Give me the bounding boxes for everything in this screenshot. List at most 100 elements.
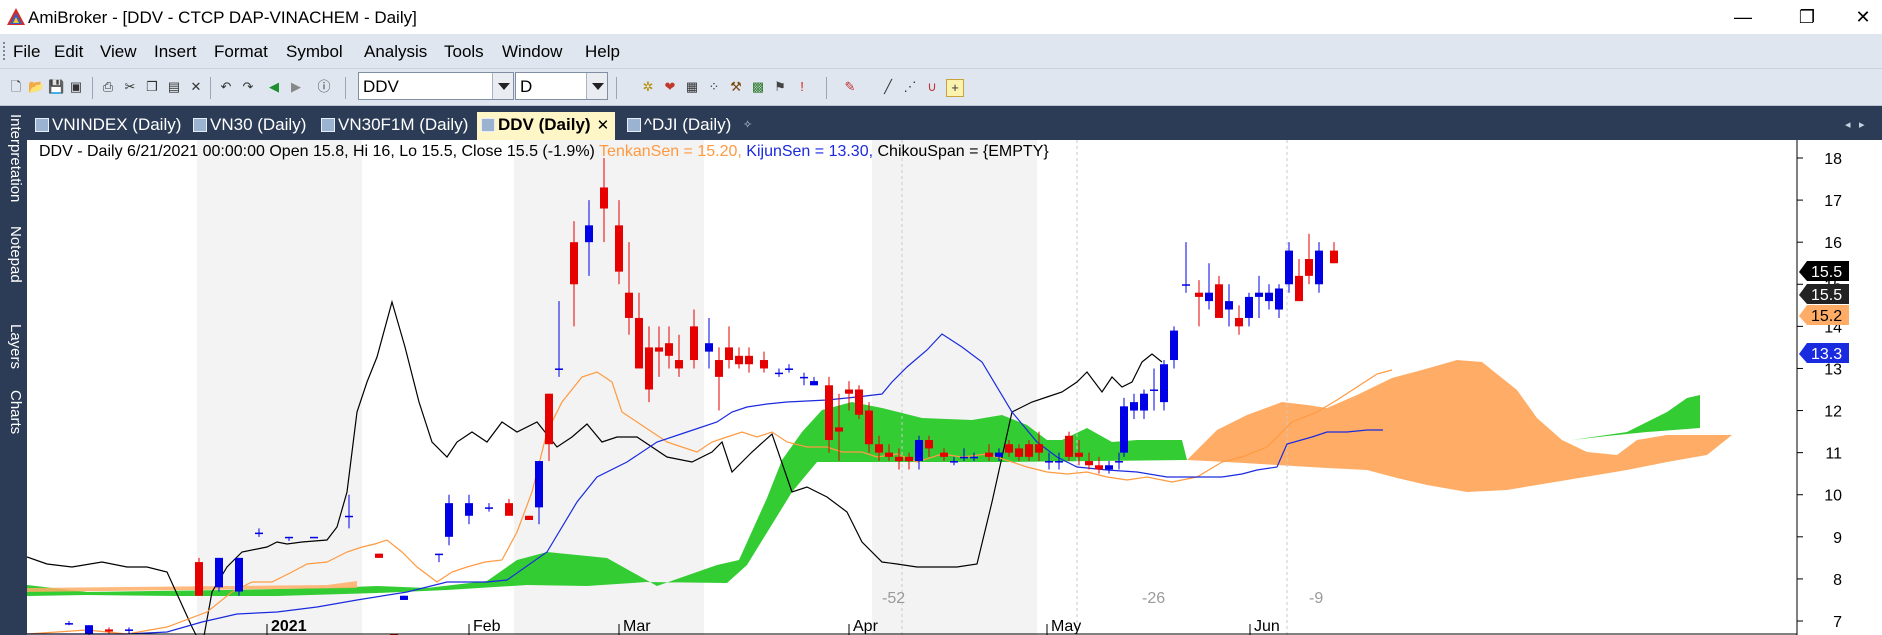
bull-candle bbox=[1225, 301, 1233, 310]
close-tab-icon[interactable]: ✕ bbox=[597, 117, 610, 134]
bear-candle bbox=[845, 389, 853, 394]
price-chart-pane[interactable]: 789101112131415161718 2021FebMarAprMayJu… bbox=[27, 140, 1882, 635]
save-icon[interactable]: 💾 bbox=[48, 79, 64, 95]
magnet-icon[interactable]: ∪ bbox=[924, 79, 940, 95]
bull-candle bbox=[1055, 461, 1063, 463]
pen-color-icon[interactable]: ✎ bbox=[842, 79, 858, 95]
amibroker-logo-icon bbox=[7, 8, 25, 25]
tab-ddv[interactable]: DDV (Daily) ✕ bbox=[477, 112, 616, 140]
bear-candle bbox=[645, 347, 653, 390]
y-tick-label: 13 bbox=[1824, 361, 1842, 378]
paste-icon[interactable]: ▤ bbox=[166, 79, 182, 95]
back-arrow-icon[interactable]: ◀ bbox=[266, 79, 282, 95]
menu-tools[interactable]: Tools bbox=[444, 42, 484, 62]
interval-value: D bbox=[520, 77, 533, 96]
bull-candle bbox=[785, 368, 793, 370]
bear-candle bbox=[615, 225, 623, 272]
gear-icon[interactable]: ✲ bbox=[640, 79, 656, 95]
x-tick-label: Feb bbox=[473, 618, 501, 635]
forward-arrow-icon[interactable]: ▶ bbox=[288, 79, 304, 95]
window-title: AmiBroker - [DDV - CTCP DAP-VINACHEM - D… bbox=[28, 8, 417, 27]
bull-candle bbox=[445, 503, 453, 537]
sidebar-tab-interpretation[interactable]: Interpretation bbox=[2, 114, 24, 202]
delete-icon[interactable]: ✕ bbox=[188, 79, 204, 95]
menu-help[interactable]: Help bbox=[585, 42, 620, 62]
tab-dji[interactable]: ^DJI (Daily) bbox=[627, 112, 731, 140]
menu-view[interactable]: View bbox=[100, 42, 137, 62]
sidebar-tab-notepad[interactable]: Notepad bbox=[2, 226, 24, 283]
bull-candle bbox=[285, 536, 293, 539]
symbol-combo[interactable]: DDV bbox=[358, 72, 514, 100]
undo-icon[interactable]: ↶ bbox=[218, 79, 234, 95]
draw-line-icon[interactable]: ╱ bbox=[880, 79, 896, 95]
toolbar-separator bbox=[210, 77, 211, 99]
bull-candle bbox=[995, 452, 1003, 457]
ichimoku-chart[interactable]: 789101112131415161718 2021FebMarAprMayJu… bbox=[27, 140, 1882, 635]
sidebar-tab-charts[interactable]: Charts bbox=[2, 390, 24, 434]
bull-candle bbox=[1120, 406, 1128, 453]
bear-candle bbox=[1085, 461, 1093, 466]
menu-file[interactable]: File bbox=[13, 42, 40, 62]
save-all-icon[interactable]: ▣ bbox=[68, 79, 84, 95]
bar-offset-label: -9 bbox=[1309, 590, 1323, 607]
tab-scroll-left-icon[interactable]: ◂ bbox=[1845, 118, 1851, 131]
print-icon[interactable]: ⎙ bbox=[100, 79, 116, 95]
menu-edit[interactable]: Edit bbox=[54, 42, 83, 62]
menu-symbol[interactable]: Symbol bbox=[286, 42, 343, 62]
new-file-icon[interactable]: 🗋 bbox=[8, 79, 24, 95]
flag-icon[interactable]: ⚑ bbox=[772, 79, 788, 95]
cut-icon[interactable]: ✂ bbox=[122, 79, 138, 95]
menu-insert[interactable]: Insert bbox=[154, 42, 197, 62]
bull-candle bbox=[555, 368, 563, 370]
bars-icon[interactable]: ▦ bbox=[684, 79, 700, 95]
bull-candle bbox=[1315, 250, 1323, 285]
crosshair-icon[interactable]: + bbox=[946, 79, 964, 97]
document-tabs: VNINDEX (Daily) VN30 (Daily) VN30F1M (Da… bbox=[27, 106, 1882, 140]
bull-candle bbox=[1140, 393, 1148, 411]
tab-vnindex[interactable]: VNINDEX (Daily) bbox=[35, 112, 181, 140]
interval-combo[interactable]: D bbox=[515, 72, 608, 100]
tab-vn30f1m[interactable]: VN30F1M (Daily) bbox=[321, 112, 468, 140]
heart-icon[interactable]: ❤ bbox=[662, 79, 678, 95]
alert-icon[interactable]: ! bbox=[794, 79, 810, 95]
close-button[interactable]: ✕ bbox=[1840, 2, 1882, 32]
bear-candle bbox=[940, 452, 948, 457]
bear-candle bbox=[745, 355, 753, 365]
info-icon[interactable]: ⓘ bbox=[316, 79, 332, 95]
copy-icon[interactable]: ❐ bbox=[144, 79, 160, 95]
tab-vn30[interactable]: VN30 (Daily) bbox=[193, 112, 306, 140]
dotted-line-icon[interactable]: ⋰ bbox=[902, 79, 918, 95]
menu-grip bbox=[3, 42, 9, 60]
bear-candle bbox=[600, 187, 608, 209]
menu-analysis[interactable]: Analysis bbox=[364, 42, 427, 62]
bear-candle bbox=[690, 326, 698, 361]
bull-candle bbox=[1182, 284, 1190, 286]
bear-candle bbox=[625, 292, 633, 318]
redo-icon[interactable]: ↷ bbox=[240, 79, 256, 95]
scatter-icon[interactable]: ⁘ bbox=[706, 79, 722, 95]
tab-scroll-right-icon[interactable]: ▸ bbox=[1859, 118, 1865, 131]
bull-candle bbox=[85, 625, 93, 634]
hammer-icon[interactable]: ⚒ bbox=[728, 79, 744, 95]
chevron-down-icon[interactable] bbox=[586, 73, 607, 99]
bear-candle bbox=[760, 360, 768, 369]
menu-window[interactable]: Window bbox=[502, 42, 562, 62]
bull-candle bbox=[535, 461, 543, 508]
chart-tab-icon bbox=[321, 118, 335, 132]
minimize-button[interactable]: — bbox=[1720, 2, 1766, 32]
sidebar-tab-layers[interactable]: Layers bbox=[2, 324, 24, 369]
menu-bar: File Edit View Insert Format Symbol Anal… bbox=[0, 34, 1882, 69]
bear-candle bbox=[570, 242, 578, 285]
restore-button[interactable]: ❐ bbox=[1784, 2, 1830, 32]
x-tick-label: Jun bbox=[1254, 618, 1280, 635]
bear-candle bbox=[865, 410, 873, 445]
main-toolbar: 🗋 📂 💾 ▣ ⎙ ✂ ❐ ▤ ✕ ↶ ↷ ◀ ▶ ⓘ ✲ ❤ ▦ ⁘ ⚒ ▩ … bbox=[0, 69, 1882, 106]
chart-icon[interactable]: ▩ bbox=[750, 79, 766, 95]
tenkan-legend: TenkanSen = 15.20, bbox=[599, 143, 742, 160]
menu-format[interactable]: Format bbox=[214, 42, 268, 62]
open-folder-icon[interactable]: 📂 bbox=[28, 79, 44, 95]
x-tick-label: Mar bbox=[623, 618, 651, 635]
kijun-legend: KijunSen = 13.30, bbox=[746, 143, 874, 160]
add-tab-icon[interactable]: ✧ bbox=[743, 118, 752, 131]
chevron-down-icon[interactable] bbox=[492, 73, 513, 99]
